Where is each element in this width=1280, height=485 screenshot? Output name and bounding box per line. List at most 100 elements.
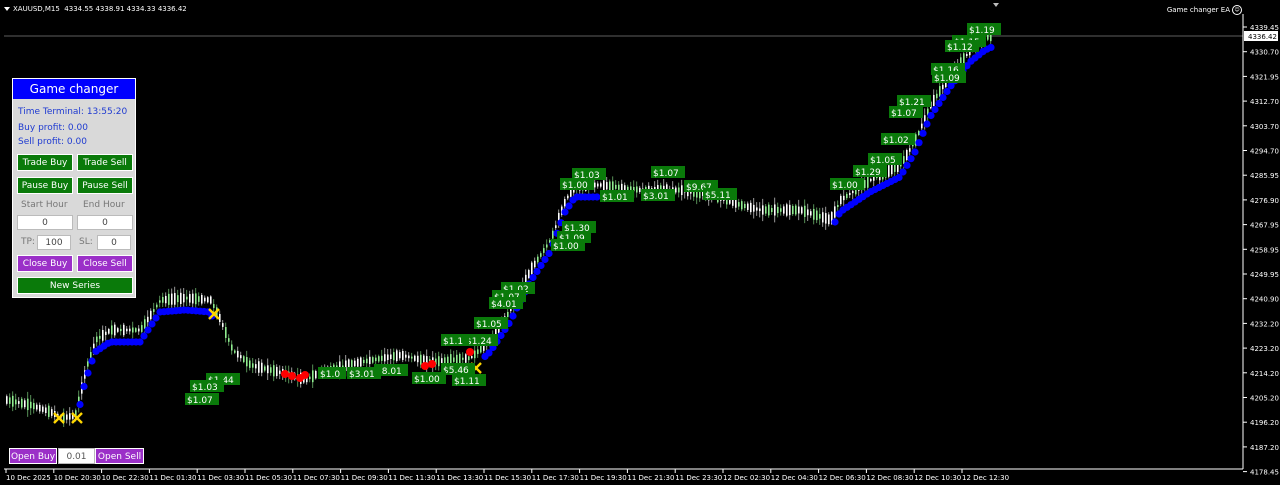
candle-body (225, 327, 227, 338)
ma-dot (152, 314, 160, 322)
candle-body (375, 357, 377, 362)
candle-body (627, 186, 629, 190)
ea-name: Game changer EA ☺ (1167, 5, 1242, 15)
smiley-icon[interactable]: ☺ (1232, 5, 1242, 15)
profit-label: $3.01 (643, 192, 669, 202)
candle-body (864, 180, 866, 188)
candle-body (69, 413, 71, 420)
tp-input[interactable]: 100 (37, 235, 71, 250)
lot-size-input[interactable]: 0.01 (58, 448, 95, 464)
ma-dot (76, 400, 84, 409)
candle-body (846, 193, 848, 199)
time-tick-label: 11 Dec 09:30 (341, 474, 388, 482)
candle-body (111, 325, 113, 335)
candle-body (804, 205, 806, 217)
candle-body (606, 182, 608, 190)
ma-dot (927, 111, 935, 120)
dropdown-triangle-icon[interactable] (4, 7, 10, 11)
candle-body (810, 211, 812, 216)
candle-body (417, 355, 419, 363)
candle-body (528, 270, 530, 278)
candle-body (735, 198, 737, 208)
candle-body (390, 354, 392, 360)
time-tick-label: 12 Dec 12:30 (962, 474, 1009, 482)
open-sell-button[interactable]: Open Sell (95, 448, 144, 464)
candle-body (762, 205, 764, 215)
pause-sell-button[interactable]: Pause Sell (77, 177, 133, 194)
candle-body (408, 355, 410, 359)
candle-body (615, 184, 617, 189)
candle-body (9, 397, 11, 404)
candle-body (414, 355, 416, 361)
time-tick-label: 12 Dec 06:30 (819, 474, 866, 482)
candle-body (888, 165, 890, 177)
close-sell-button[interactable]: Close Sell (77, 255, 133, 272)
time-tick-label: 10 Dec 2025 (6, 474, 51, 482)
ma-dot (84, 369, 92, 377)
profit-label: $1.00 (562, 181, 588, 191)
candle-body (267, 365, 269, 374)
candle-body (153, 309, 155, 312)
price-tick-label: 4312.70 (1250, 98, 1279, 106)
close-buy-button[interactable]: Close Buy (17, 255, 73, 272)
candle-body (507, 311, 509, 318)
ma-dot (831, 218, 839, 226)
candle-body (828, 214, 830, 225)
candle-body (594, 182, 596, 188)
open-buy-button[interactable]: Open Buy (9, 448, 57, 464)
profit-label: $1.05 (476, 320, 502, 330)
candle-body (162, 296, 164, 303)
ma-dot (899, 168, 907, 176)
candle-body (252, 363, 254, 368)
candle-body (918, 130, 920, 136)
candle-body (108, 329, 110, 334)
candle-body (933, 94, 935, 107)
candle-body (903, 156, 905, 164)
ma-dot (987, 43, 995, 52)
price-tick-label: 4205.20 (1250, 395, 1279, 403)
candle-body (33, 402, 35, 410)
candle-body (942, 84, 944, 90)
candle-body (249, 360, 251, 368)
profit-label: $1.12 (947, 43, 973, 53)
sl-input[interactable]: 0 (97, 235, 131, 250)
candle-body (192, 293, 194, 304)
ma-dot (935, 99, 943, 108)
price-tick-label: 4249.95 (1250, 271, 1279, 279)
ma-dot (915, 139, 923, 147)
candle-body (936, 93, 938, 99)
profit-label: $1.01 (602, 193, 628, 203)
candle-body (171, 293, 173, 305)
candle-body (963, 53, 965, 65)
price-tick-label: 4196.20 (1250, 419, 1279, 427)
candle-body (255, 364, 257, 369)
candle-body (195, 293, 197, 305)
candle-body (48, 405, 50, 417)
sell-marker (301, 371, 309, 379)
sl-label: SL: (79, 237, 93, 247)
close-cross-icon (53, 412, 65, 424)
pause-buy-button[interactable]: Pause Buy (17, 177, 73, 194)
profit-label: $1.09 (934, 74, 960, 84)
candle-body (99, 335, 101, 339)
ma-dot (541, 255, 549, 264)
new-series-button[interactable]: New Series (17, 277, 133, 294)
sell-marker (421, 362, 429, 370)
trade-buy-button[interactable]: Trade Buy (17, 154, 73, 171)
trade-sell-button[interactable]: Trade Sell (77, 154, 133, 171)
price-tick-label: 4178.45 (1250, 469, 1279, 477)
candle-body (840, 195, 842, 205)
candle-body (624, 185, 626, 191)
candle-body (114, 324, 116, 336)
time-tick-label: 11 Dec 15:30 (484, 474, 531, 482)
candle-body (618, 184, 620, 190)
profit-label: $1.1 (443, 337, 463, 347)
candle-body (753, 204, 755, 212)
start-hour-input[interactable]: 0 (17, 215, 73, 230)
ma-dot (140, 332, 148, 340)
candle-body (363, 359, 365, 364)
candle-body (759, 208, 761, 212)
candle-body (18, 401, 20, 404)
candle-body (156, 304, 158, 308)
end-hour-input[interactable]: 0 (77, 215, 133, 230)
